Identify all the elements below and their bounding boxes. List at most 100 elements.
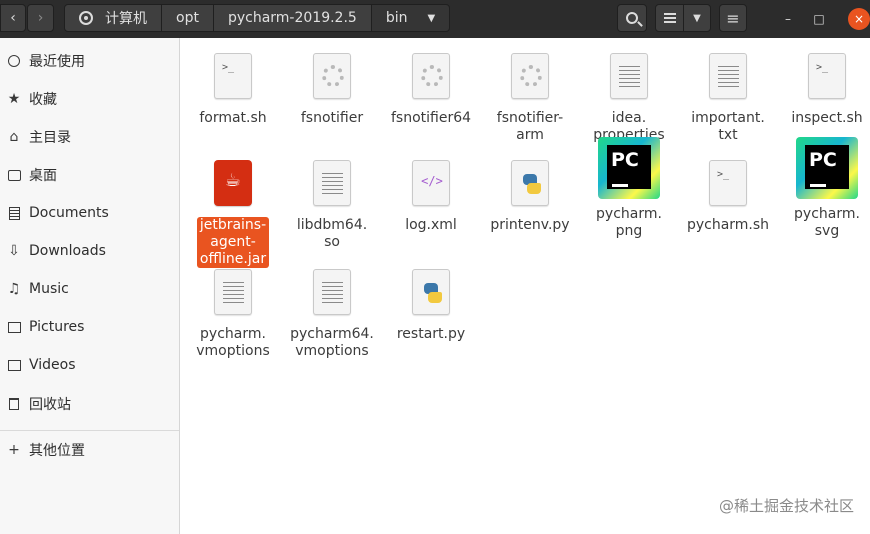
sidebar-item-label: 其他位置 [29, 443, 85, 459]
file-item[interactable]: fsnotifier64 [383, 44, 479, 127]
sidebar-item-downloads[interactable]: ⇩ Downloads [0, 234, 179, 268]
file-label: important. txt [691, 110, 765, 143]
binary-file-icon [412, 53, 450, 99]
menu-button[interactable]: ≡ [719, 4, 747, 32]
sidebar-divider [0, 430, 179, 431]
documents-icon [6, 205, 22, 221]
file-label: pycharm. vmoptions [196, 326, 270, 359]
trash-icon [6, 396, 22, 412]
sidebar-item-recent[interactable]: 最近使用 [0, 44, 179, 78]
text-file-icon [313, 269, 351, 315]
sidebar-item-home[interactable]: ⌂ 主目录 [0, 120, 179, 154]
sidebar-item-label: Downloads [29, 243, 106, 259]
file-item[interactable]: restart.py [383, 260, 479, 343]
file-item[interactable]: >_ format.sh [185, 44, 281, 127]
sidebar-item-other-locations[interactable]: + 其他位置 [0, 433, 179, 467]
text-file-icon [214, 269, 252, 315]
file-grid: >_ format.sh fsnotifier fsnotifier64 fsn… [181, 38, 870, 534]
sidebar-item-music[interactable]: ♫ Music [0, 272, 179, 306]
file-item[interactable]: >_ pycharm.sh [680, 151, 776, 234]
breadcrumb-label: bin [385, 10, 408, 26]
file-item[interactable]: fsnotifier-arm [482, 44, 578, 144]
sidebar-item-label: 回收站 [29, 397, 71, 413]
binary-file-icon [313, 53, 351, 99]
file-item[interactable]: fsnotifier [284, 44, 380, 127]
search-button[interactable] [617, 4, 647, 32]
breadcrumb-label: 计算机 [105, 11, 147, 27]
script-file-icon: >_ [214, 53, 252, 99]
file-label: restart.py [396, 326, 466, 342]
sidebar-item-label: Music [29, 281, 69, 297]
chevron-right-icon: › [37, 10, 44, 26]
breadcrumb-opt[interactable]: opt [161, 4, 214, 32]
file-label: printenv.py [490, 217, 570, 233]
pycharm-icon: PC [598, 137, 660, 199]
sidebar-item-label: 最近使用 [29, 54, 85, 70]
view-options-button[interactable]: ▼ [683, 4, 711, 32]
file-label: pycharm64. vmoptions [290, 326, 374, 359]
plus-icon: + [8, 442, 20, 458]
file-label: fsnotifier [300, 110, 364, 126]
close-icon: × [853, 12, 865, 26]
sidebar-item-desktop[interactable]: 桌面 [0, 158, 179, 192]
desktop-icon [6, 167, 22, 183]
file-item-selected[interactable]: ☕ jetbrains-agent-offline.jar [185, 151, 281, 268]
file-label: format.sh [199, 110, 267, 126]
sidebar-item-label: 主目录 [29, 130, 71, 146]
minimize-icon: – [785, 12, 791, 26]
text-file-icon [313, 160, 351, 206]
file-label: fsnotifier64 [390, 110, 472, 126]
music-icon: ♫ [7, 281, 21, 297]
java-jar-icon: ☕ [214, 160, 252, 206]
back-button[interactable]: ‹ [0, 4, 26, 32]
breadcrumb-label: opt [176, 10, 199, 26]
file-item[interactable]: idea. properties [581, 44, 677, 144]
script-file-icon: >_ [808, 53, 846, 99]
chevron-left-icon: ‹ [10, 10, 16, 26]
file-item[interactable]: </> log.xml [383, 151, 479, 234]
file-item[interactable]: pycharm. vmoptions [185, 260, 281, 360]
list-view-icon [663, 13, 676, 23]
search-icon [626, 12, 643, 27]
minimize-button[interactable]: – [777, 8, 799, 30]
breadcrumb: 计算机 opt pycharm-2019.2.5 bin ▼ [64, 4, 451, 32]
sidebar-item-starred[interactable]: ★ 收藏 [0, 82, 179, 116]
sidebar-item-label: Documents [29, 205, 109, 221]
file-label: pycharm. png [596, 206, 662, 239]
file-item[interactable]: important. txt [680, 44, 776, 144]
sidebar-item-trash[interactable]: 回收站 [0, 387, 179, 421]
download-icon: ⇩ [8, 243, 20, 259]
sidebar-item-label: 收藏 [29, 92, 57, 108]
file-item[interactable]: >_ inspect.sh [779, 44, 870, 127]
file-item[interactable]: pycharm64. vmoptions [284, 260, 380, 360]
sidebar-item-pictures[interactable]: Pictures [0, 310, 179, 344]
maximize-button[interactable]: □ [808, 8, 830, 30]
maximize-icon: □ [813, 12, 825, 26]
pycharm-icon: PC [796, 137, 858, 199]
sidebar-item-documents[interactable]: Documents [0, 196, 179, 230]
header-bar: ‹ › 计算机 opt pycharm-2019.2.5 bin ▼ ▼ ≡ –… [0, 0, 870, 38]
sidebar-item-videos[interactable]: Videos [0, 348, 179, 382]
chevron-down-icon: ▼ [693, 12, 701, 24]
chevron-down-icon: ▼ [427, 12, 436, 24]
file-item[interactable]: printenv.py [482, 151, 578, 234]
breadcrumb-computer[interactable]: 计算机 [64, 4, 162, 32]
text-file-icon [610, 53, 648, 99]
file-item[interactable]: libdbm64. so [284, 151, 380, 251]
clock-icon [6, 53, 22, 69]
breadcrumb-label: pycharm-2019.2.5 [227, 10, 357, 26]
breadcrumb-pycharm[interactable]: pycharm-2019.2.5 [212, 4, 372, 32]
breadcrumb-bin[interactable]: bin ▼ [370, 4, 451, 32]
file-label: inspect.sh [791, 110, 863, 126]
hamburger-icon: ≡ [726, 8, 740, 28]
close-button[interactable]: × [848, 8, 870, 30]
sidebar-item-label: 桌面 [29, 168, 57, 184]
script-file-icon: >_ [709, 160, 747, 206]
file-item[interactable]: PC pycharm. png [581, 136, 677, 240]
forward-button[interactable]: › [27, 4, 54, 32]
file-item[interactable]: PC pycharm. svg [779, 136, 870, 240]
sidebar-item-label: Pictures [29, 319, 85, 335]
view-list-button[interactable] [655, 4, 684, 32]
file-label: pycharm. svg [794, 206, 860, 239]
videos-icon [6, 357, 22, 373]
